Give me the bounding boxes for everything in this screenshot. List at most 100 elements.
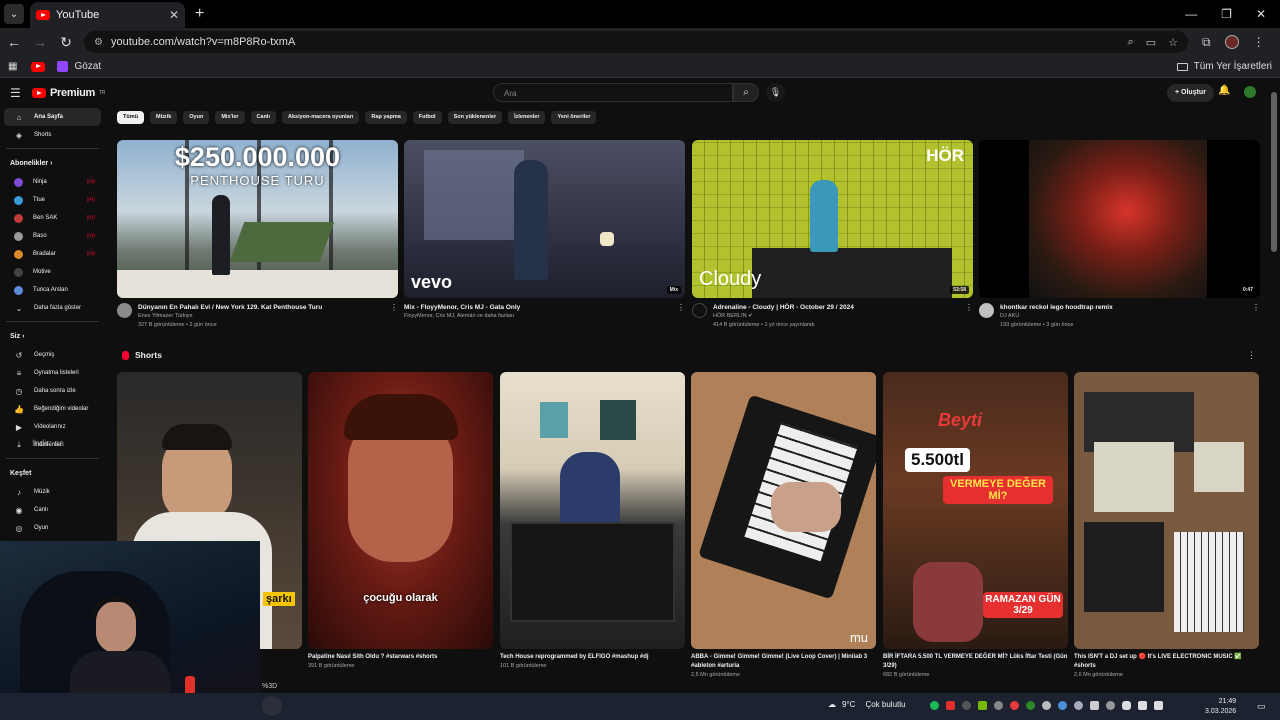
app-tray-icon[interactable] <box>1042 701 1051 710</box>
you-header[interactable]: Siz › <box>0 326 105 346</box>
channel-avatar[interactable] <box>117 303 132 318</box>
channel-avatar[interactable] <box>979 303 994 318</box>
filter-chip[interactable]: Son yüklenenler <box>447 111 503 124</box>
video-card[interactable]: vevo Mix Mix - FloyyMenor, Cris MJ - Gat… <box>404 140 685 321</box>
network-icon[interactable] <box>1138 701 1147 710</box>
sidebar-item-subscription[interactable]: Motive <box>4 263 101 281</box>
video-title[interactable]: khontkar reckol lego hoodtrap remix <box>1000 303 1252 312</box>
channel-name[interactable]: FloyyMenor, Cris MJ, Alemán ve daha fazl… <box>404 312 677 321</box>
tab-search-button[interactable]: ⌄ <box>4 4 24 24</box>
channel-name[interactable]: HÖR BERLIN ✔ <box>713 312 965 321</box>
forward-icon[interactable]: → <box>28 34 52 50</box>
sidebar-item[interactable]: ◷ Daha sonra izle <box>4 382 101 400</box>
short-title[interactable]: BİR İFTARA 5.500 TL VERMEYE DEĞER Mİ? Lü… <box>883 653 1068 671</box>
video-title[interactable]: Mix - FloyyMenor, Cris MJ - Gata Only <box>404 303 677 312</box>
sidebar-item-subscription[interactable]: Ben SAK ((•)) <box>4 209 101 227</box>
video-title[interactable]: Dünyanın En Pahalı Evi / New York 129. K… <box>138 303 390 312</box>
sidebar-item[interactable]: 👍 Beğendiğim videolar <box>4 400 101 418</box>
bookmark-youtube[interactable] <box>31 61 51 72</box>
weather-widget[interactable]: ☁ 9°C Çok bulutlu <box>828 700 905 709</box>
close-window-icon[interactable]: ✕ <box>1256 7 1266 21</box>
app-tray-icon[interactable] <box>962 701 971 710</box>
all-bookmarks[interactable]: Tüm Yer İşaretleri <box>1176 61 1272 72</box>
subscriptions-header[interactable]: Abonelikler › <box>0 153 105 173</box>
filter-chip[interactable]: Aksiyon-macera oyunları <box>282 111 360 124</box>
filter-chip[interactable]: Oyun <box>183 111 210 124</box>
channel-name[interactable]: Enes Yilmazer Türkiye <box>138 312 390 321</box>
sidebar-item[interactable]: ≡ Oynatma listeleri <box>4 364 101 382</box>
sidebar-item-subscription[interactable]: Ttue ((•)) <box>4 191 101 209</box>
app-tray-icon[interactable] <box>994 701 1003 710</box>
url-field[interactable]: ⚙ youtube.com/watch?v=m8P8Ro-txmA ⌕ ▭ ☆ <box>84 31 1188 53</box>
short-card[interactable]: This ISN'T a DJ set up 🔴 It's LIVE ELECT… <box>1074 372 1259 680</box>
sidebar-item[interactable]: ↺ Geçmiş <box>4 346 101 364</box>
app-tray-icon[interactable] <box>1106 701 1115 710</box>
minimize-icon[interactable]: — <box>1185 7 1197 21</box>
steam-icon[interactable] <box>1074 701 1083 710</box>
extensions-icon[interactable]: ⧉ <box>1202 35 1211 50</box>
filter-chip[interactable]: Futbol <box>412 111 442 124</box>
short-thumbnail[interactable] <box>1074 372 1259 649</box>
notifications-icon[interactable]: ▭ <box>1257 701 1266 712</box>
sidebar-item-shorts[interactable]: ◈ Shorts <box>4 126 101 144</box>
microphone-icon[interactable] <box>1122 701 1131 710</box>
short-title[interactable]: Tech House reprogrammed by ELFIGO #mashu… <box>500 653 649 662</box>
youtube-logo[interactable]: Premium TR <box>32 87 105 99</box>
page-scrollbar[interactable] <box>1271 92 1277 252</box>
sidebar-item-subscription[interactable]: Ninja ((•)) <box>4 173 101 191</box>
reload-icon[interactable]: ↻ <box>54 34 78 51</box>
create-button[interactable]: + Oluştur <box>1167 84 1214 102</box>
video-title[interactable]: Adrenaline - Cloudy | HÖR - October 29 /… <box>713 303 965 312</box>
short-thumbnail[interactable]: çocuğu olarak <box>308 372 493 649</box>
video-card[interactable]: HÖR Cloudy 53:58 Adrenaline - Cloudy | H… <box>692 140 973 330</box>
app-tray-icon[interactable] <box>1090 701 1099 710</box>
cast-icon[interactable]: ▭ <box>1146 36 1156 49</box>
filter-chip[interactable]: Mix'ler <box>215 111 245 124</box>
sidebar-item[interactable]: ♪ Müzik <box>4 483 101 501</box>
sidebar-item[interactable]: ◎ Oyun <box>4 519 101 537</box>
search-icon[interactable]: ⌕ <box>733 83 759 102</box>
filter-chip[interactable]: Rap yapma <box>365 111 407 124</box>
show-more-subs[interactable]: ⌄ Daha fazla göster <box>4 299 101 317</box>
restore-icon[interactable]: ❐ <box>1221 7 1232 21</box>
sidebar-item-subscription[interactable]: Baso ((•)) <box>4 227 101 245</box>
more-actions-icon[interactable]: ⋮ <box>965 303 973 330</box>
new-tab-button[interactable]: + <box>195 5 204 23</box>
filter-chip[interactable]: İzlenenler <box>508 111 546 124</box>
nvidia-icon[interactable] <box>978 701 987 710</box>
video-card[interactable]: 0:47 khontkar reckol lego hoodtrap remix… <box>979 140 1260 330</box>
xbox-icon[interactable] <box>1026 701 1035 710</box>
search-input[interactable]: Ara <box>493 83 733 102</box>
sidebar-item-subscription[interactable]: Tunca Arslan <box>4 281 101 299</box>
volume-icon[interactable] <box>1154 701 1163 710</box>
filter-chip[interactable]: Müzik <box>149 111 178 124</box>
channel-name[interactable]: DJ AKU <box>1000 312 1252 321</box>
short-card[interactable]: çocuğu olarak Palpatine Nasıl Sith Oldu … <box>308 372 493 671</box>
spotify-icon[interactable] <box>930 701 939 710</box>
more-actions-icon[interactable]: ⋮ <box>1247 350 1256 361</box>
short-card[interactable]: mu ABBA - Gimme! Gimme! Gimme! (Live Loo… <box>691 372 876 680</box>
app-tray-icon[interactable] <box>1010 701 1019 710</box>
sidebar-item[interactable]: ◉ Canlı <box>4 501 101 519</box>
more-actions-icon[interactable]: ⋮ <box>677 303 685 321</box>
zoom-icon[interactable]: ⌕ <box>1128 36 1134 49</box>
taskbar-clock[interactable]: 21:49 3.03.2026 <box>1205 697 1236 717</box>
more-actions-icon[interactable]: ⋮ <box>390 303 398 330</box>
video-thumbnail[interactable]: 0:47 <box>979 140 1260 298</box>
filter-chip[interactable]: Yeni öneriler <box>551 111 597 124</box>
filter-chip[interactable]: Canlı <box>250 111 276 124</box>
short-title[interactable]: This ISN'T a DJ set up 🔴 It's LIVE ELECT… <box>1074 653 1259 671</box>
tab-youtube[interactable]: YouTube ✕ <box>30 2 185 28</box>
short-thumbnail[interactable] <box>500 372 685 649</box>
site-info-icon[interactable]: ⚙ <box>94 37 103 48</box>
notifications-bell-icon[interactable]: 🔔 <box>1218 85 1230 96</box>
app-tray-icon[interactable] <box>946 701 955 710</box>
microphone-icon[interactable]: 🎙 <box>766 83 785 102</box>
video-thumbnail[interactable]: vevo Mix <box>404 140 685 298</box>
apps-grid-icon[interactable]: ▦ <box>8 61 17 72</box>
video-thumbnail[interactable]: $250.000.000 PENTHOUSE TURU <box>117 140 398 298</box>
obs-app-icon[interactable] <box>262 696 282 716</box>
video-card[interactable]: $250.000.000 PENTHOUSE TURU Dünyanın En … <box>117 140 398 330</box>
short-thumbnail[interactable]: mu <box>691 372 876 649</box>
app-tray-icon[interactable] <box>1058 701 1067 710</box>
